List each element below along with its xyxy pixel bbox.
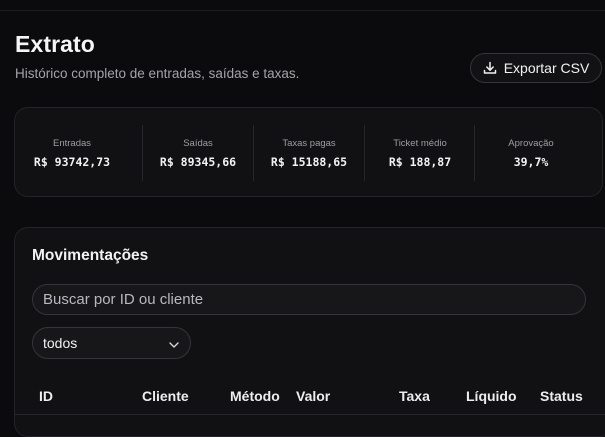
page-subtitle: Histórico completo de entradas, saídas e… (15, 66, 300, 81)
stat-aprovacao: Aprovação 39,7% (476, 126, 586, 180)
stat-entradas: Entradas R$ 93742,73 (17, 126, 127, 180)
stat-value: 39,7% (513, 155, 549, 169)
status-filter-select[interactable]: todos (32, 327, 191, 359)
stat-label: Aprovação (508, 138, 554, 149)
column-header-metodo: Método (230, 388, 280, 404)
chevron-down-icon (169, 335, 179, 351)
column-header-status: Status (540, 388, 583, 404)
stat-value: R$ 89345,66 (159, 155, 237, 169)
column-header-taxa: Taxa (399, 388, 430, 404)
stat-value: R$ 93742,73 (33, 155, 111, 169)
table-header-divider (15, 414, 605, 415)
search-input[interactable] (32, 284, 586, 315)
stats-card: Entradas R$ 93742,73 Saídas R$ 89345,66 … (14, 107, 603, 197)
stat-value: R$ 15188,65 (270, 155, 348, 169)
download-icon (483, 61, 497, 75)
top-divider (0, 10, 605, 11)
stat-divider (474, 125, 475, 181)
movements-title: Movimentações (32, 247, 149, 264)
column-header-id: ID (39, 388, 53, 404)
stat-taxas-pagas: Taxas pagas R$ 15188,65 (254, 126, 364, 180)
export-csv-label: Exportar CSV (503, 60, 590, 76)
stat-label: Entradas (52, 138, 92, 149)
movements-card: Movimentações todos ID Cliente Método Va… (14, 227, 605, 437)
column-header-liquido: Líquido (466, 388, 517, 404)
page-title: Extrato (15, 31, 95, 57)
stat-label: Saídas (183, 138, 213, 149)
stat-label: Ticket médio (393, 138, 447, 149)
column-header-valor: Valor (296, 388, 331, 404)
column-header-cliente: Cliente (142, 388, 189, 404)
stat-saidas: Saídas R$ 89345,66 (143, 126, 253, 180)
stat-label: Taxas pagas (282, 138, 336, 149)
export-csv-button[interactable]: Exportar CSV (470, 53, 602, 83)
filter-selected-value: todos (43, 335, 78, 351)
stat-ticket-medio: Ticket médio R$ 188,87 (365, 126, 475, 180)
stat-value: R$ 188,87 (388, 155, 452, 169)
